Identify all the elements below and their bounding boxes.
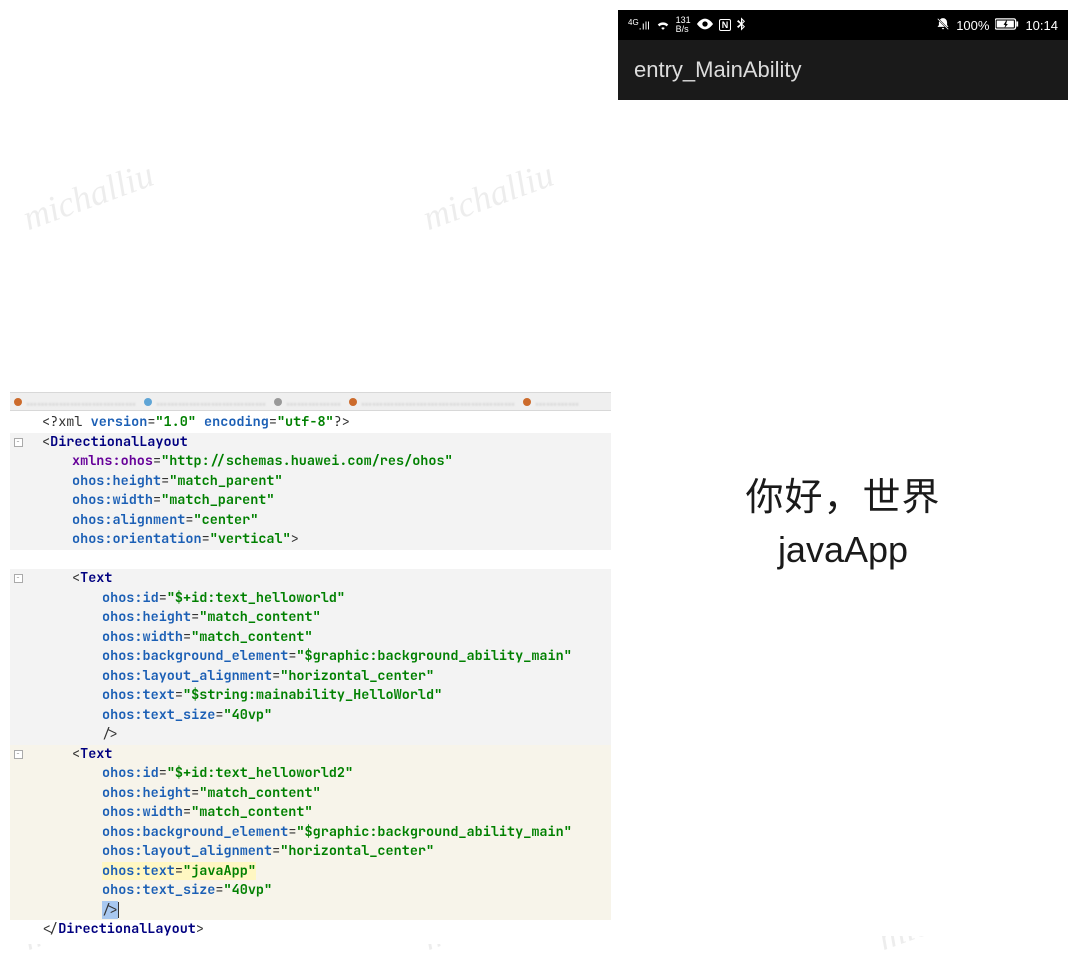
code-area[interactable]: <?xml version="1.0" encoding="utf-8"?> −… (10, 411, 611, 944)
code-line[interactable]: ohos:id="$+id:text_helloworld2" (10, 764, 611, 784)
editor-tab[interactable]: …………… (274, 396, 341, 408)
helloworld-text: 你好，世界 (745, 466, 940, 521)
code-line[interactable]: ohos:layout_alignment="horizontal_center… (10, 842, 611, 862)
code-line[interactable]: ohos:width="match_content" (10, 628, 611, 648)
bluetooth-icon (737, 17, 745, 34)
network-gen-label: 4G.ıll (628, 18, 650, 33)
editor-tab[interactable]: ………………………… (144, 396, 266, 408)
net-rate: 131B/s (676, 16, 691, 34)
fold-icon[interactable]: − (14, 574, 23, 583)
battery-icon (995, 18, 1019, 33)
code-line[interactable]: ohos:text="javaApp" (10, 862, 611, 882)
editor-tabs: ………………………… ………………………… …………… ………………………………… (10, 393, 611, 411)
code-line[interactable]: ohos:text_size="40vp" (10, 706, 611, 726)
javaapp-text: javaApp (778, 529, 908, 571)
app-bar: entry_MainAbility (618, 40, 1068, 100)
code-line[interactable]: <?xml version="1.0" encoding="utf-8"?> (10, 413, 611, 433)
code-line[interactable]: ohos:height="match_content" (10, 608, 611, 628)
code-line[interactable]: ohos:text="$string:mainability_HelloWorl… (10, 686, 611, 706)
status-bar: 4G.ıll 131B/s N 100% 10:14 (618, 10, 1068, 40)
code-line[interactable]: ohos:width="match_parent" (10, 491, 611, 511)
fold-icon[interactable]: − (14, 750, 23, 759)
code-line[interactable]: ohos:alignment="center" (10, 511, 611, 531)
watermark: michalliu (417, 153, 559, 239)
code-line[interactable]: −<Text (10, 569, 611, 589)
code-editor: ………………………… ………………………… …………… ………………………………… (10, 392, 611, 944)
editor-tab[interactable]: ………………………… (14, 396, 136, 408)
code-line[interactable]: /> (10, 725, 611, 745)
eye-icon (697, 18, 713, 33)
battery-text: 100% (956, 18, 989, 33)
code-line[interactable]: −<Text (10, 745, 611, 765)
fold-icon[interactable]: − (14, 438, 23, 447)
caret-icon (118, 902, 119, 918)
code-line[interactable]: ohos:height="match_content" (10, 784, 611, 804)
watermark: michalliu (17, 153, 159, 239)
editor-tab[interactable]: …………………………………… (349, 396, 515, 408)
code-line[interactable] (10, 550, 611, 570)
code-line[interactable]: ohos:background_element="$graphic:backgr… (10, 823, 611, 843)
code-line[interactable]: ohos:height="match_parent" (10, 472, 611, 492)
wifi-icon (656, 18, 670, 33)
code-line[interactable]: −<DirectionalLayout (10, 433, 611, 453)
app-title: entry_MainAbility (634, 57, 802, 83)
code-line[interactable]: ohos:text_size="40vp" (10, 881, 611, 901)
editor-tab[interactable]: ………… (523, 396, 579, 408)
code-line[interactable]: </DirectionalLayout> (10, 920, 611, 940)
mute-icon (936, 17, 950, 34)
status-time: 10:14 (1025, 18, 1058, 33)
code-line[interactable]: /> (10, 901, 611, 921)
code-line[interactable]: ohos:width="match_content" (10, 803, 611, 823)
code-line[interactable]: xmlns:ohos="http://schemas.huawei.com/re… (10, 452, 611, 472)
app-content: 你好，世界 javaApp (618, 100, 1068, 936)
code-line[interactable]: ohos:background_element="$graphic:backgr… (10, 647, 611, 667)
nfc-icon: N (719, 19, 732, 31)
code-line[interactable]: ohos:layout_alignment="horizontal_center… (10, 667, 611, 687)
code-line[interactable]: ohos:orientation="vertical"> (10, 530, 611, 550)
code-line[interactable]: ohos:id="$+id:text_helloworld" (10, 589, 611, 609)
device-preview: 4G.ıll 131B/s N 100% 10:14 entry_Mai (618, 10, 1068, 936)
signal-icon: .ıll (639, 20, 650, 32)
